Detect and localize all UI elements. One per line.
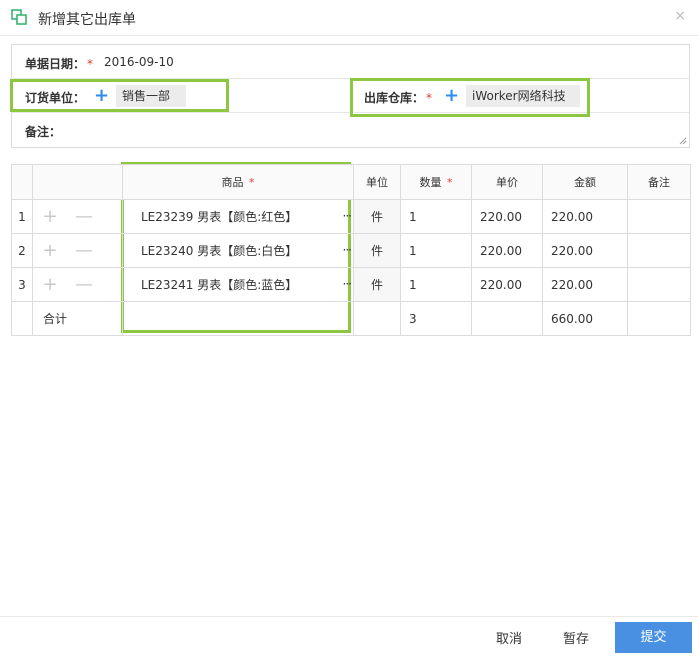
more-icon[interactable]: ··· xyxy=(343,209,353,223)
amount-cell[interactable]: 220.00 xyxy=(542,233,628,268)
add-warehouse-icon[interactable]: + xyxy=(444,87,459,105)
remark-cell[interactable] xyxy=(627,267,691,302)
total-goods xyxy=(122,301,354,336)
order-unit-field[interactable]: 销售一部 xyxy=(116,85,186,107)
add-row-icon[interactable]: + xyxy=(39,240,61,261)
table-row: 1 + — LE23239 男表【颜色:红色】 ··· 件 1 220.00 220… xyxy=(11,199,691,234)
order-unit-label: 订货单位： xyxy=(25,91,86,105)
unit-cell: 件 xyxy=(353,199,401,234)
total-row: 合计 3 660.00 xyxy=(11,301,691,336)
amount-header: 金额 xyxy=(542,164,628,200)
save-draft-button[interactable]: 暂存 xyxy=(563,628,589,647)
table-header-row: 商品 * 单位 数量 * 单价 金额 备注 xyxy=(11,164,691,200)
goods-header: 商品 * xyxy=(122,164,354,200)
row-ops: + — xyxy=(32,267,123,302)
price-cell[interactable]: 220.00 xyxy=(471,233,543,268)
cancel-button[interactable]: 取消 xyxy=(496,628,522,647)
price-cell[interactable]: 220.00 xyxy=(471,267,543,302)
unit-cell: 件 xyxy=(353,233,401,268)
remark-header: 备注 xyxy=(627,164,691,200)
total-index xyxy=(11,301,33,336)
remove-row-icon[interactable]: — xyxy=(73,240,95,261)
qty-cell[interactable]: 1 xyxy=(400,199,472,234)
goods-name: LE23241 男表【颜色:蓝色】 xyxy=(141,278,298,292)
qty-header: 数量 * xyxy=(400,164,472,200)
goods-cell[interactable]: LE23239 男表【颜色:红色】 ··· xyxy=(122,199,354,234)
index-header xyxy=(11,164,33,200)
total-qty: 3 xyxy=(400,301,472,336)
unit-header: 单位 xyxy=(353,164,401,200)
unit-cell: 件 xyxy=(353,267,401,302)
date-label: 单据日期： * xyxy=(25,57,94,71)
more-icon[interactable]: ··· xyxy=(343,243,353,257)
row-ops: + — xyxy=(32,233,123,268)
row-index: 3 xyxy=(11,267,33,302)
more-icon[interactable]: ··· xyxy=(343,277,353,291)
price-cell[interactable]: 220.00 xyxy=(471,199,543,234)
amount-cell[interactable]: 220.00 xyxy=(542,267,628,302)
row-index: 2 xyxy=(11,233,33,268)
goods-name: LE23239 男表【颜色:红色】 xyxy=(141,210,298,224)
date-row: 单据日期： * 2016-09-10 xyxy=(12,45,689,79)
goods-name: LE23240 男表【颜色:白色】 xyxy=(141,244,298,258)
table-row: 2 + — LE23240 男表【颜色:白色】 ··· 件 1 220.00 220… xyxy=(11,233,691,268)
header-form: 单据日期： * 2016-09-10 订货单位： + 销售一部 出库仓库： * + … xyxy=(11,44,690,148)
goods-table: 商品 * 单位 数量 * 单价 金额 备注 1 + — LE23239 男表【颜色… xyxy=(11,164,691,336)
total-price xyxy=(471,301,543,336)
ops-header xyxy=(32,164,123,200)
goods-cell[interactable]: LE23240 男表【颜色:白色】 ··· xyxy=(122,233,354,268)
unit-warehouse-row: 订货单位： + 销售一部 出库仓库： * + iWorker网络科技 xyxy=(12,79,689,113)
dialog-footer: 取消 暂存 提交 xyxy=(0,616,698,659)
total-remark xyxy=(627,301,691,336)
date-value[interactable]: 2016-09-10 xyxy=(104,55,174,69)
qty-cell[interactable]: 1 xyxy=(400,267,472,302)
dialog-header: 新增其它出库单 × xyxy=(0,0,698,36)
remark-cell[interactable] xyxy=(627,199,691,234)
copy-icon xyxy=(11,9,27,25)
total-label: 合计 xyxy=(32,301,123,336)
row-ops: + — xyxy=(32,199,123,234)
remark-cell[interactable] xyxy=(627,233,691,268)
qty-cell[interactable]: 1 xyxy=(400,233,472,268)
row-index: 1 xyxy=(11,199,33,234)
total-amount: 660.00 xyxy=(542,301,628,336)
table-row: 3 + — LE23241 男表【颜色:蓝色】 ··· 件 1 220.00 220… xyxy=(11,267,691,302)
close-icon[interactable]: × xyxy=(674,8,686,24)
remove-row-icon[interactable]: — xyxy=(73,206,95,227)
price-header: 单价 xyxy=(471,164,543,200)
goods-cell[interactable]: LE23241 男表【颜色:蓝色】 ··· xyxy=(122,267,354,302)
add-row-icon[interactable]: + xyxy=(39,206,61,227)
resize-grip-icon[interactable] xyxy=(679,137,687,145)
amount-cell[interactable]: 220.00 xyxy=(542,199,628,234)
warehouse-label: 出库仓库： * xyxy=(364,91,433,105)
add-order-unit-icon[interactable]: + xyxy=(94,87,109,105)
remark-label: 备注： xyxy=(25,125,62,139)
warehouse-field[interactable]: iWorker网络科技 xyxy=(466,85,580,107)
remark-row[interactable]: 备注： xyxy=(12,113,689,147)
submit-button[interactable]: 提交 xyxy=(615,622,692,653)
dialog-title: 新增其它出库单 xyxy=(38,12,136,28)
total-unit xyxy=(353,301,401,336)
remove-row-icon[interactable]: — xyxy=(73,274,95,295)
add-row-icon[interactable]: + xyxy=(39,274,61,295)
